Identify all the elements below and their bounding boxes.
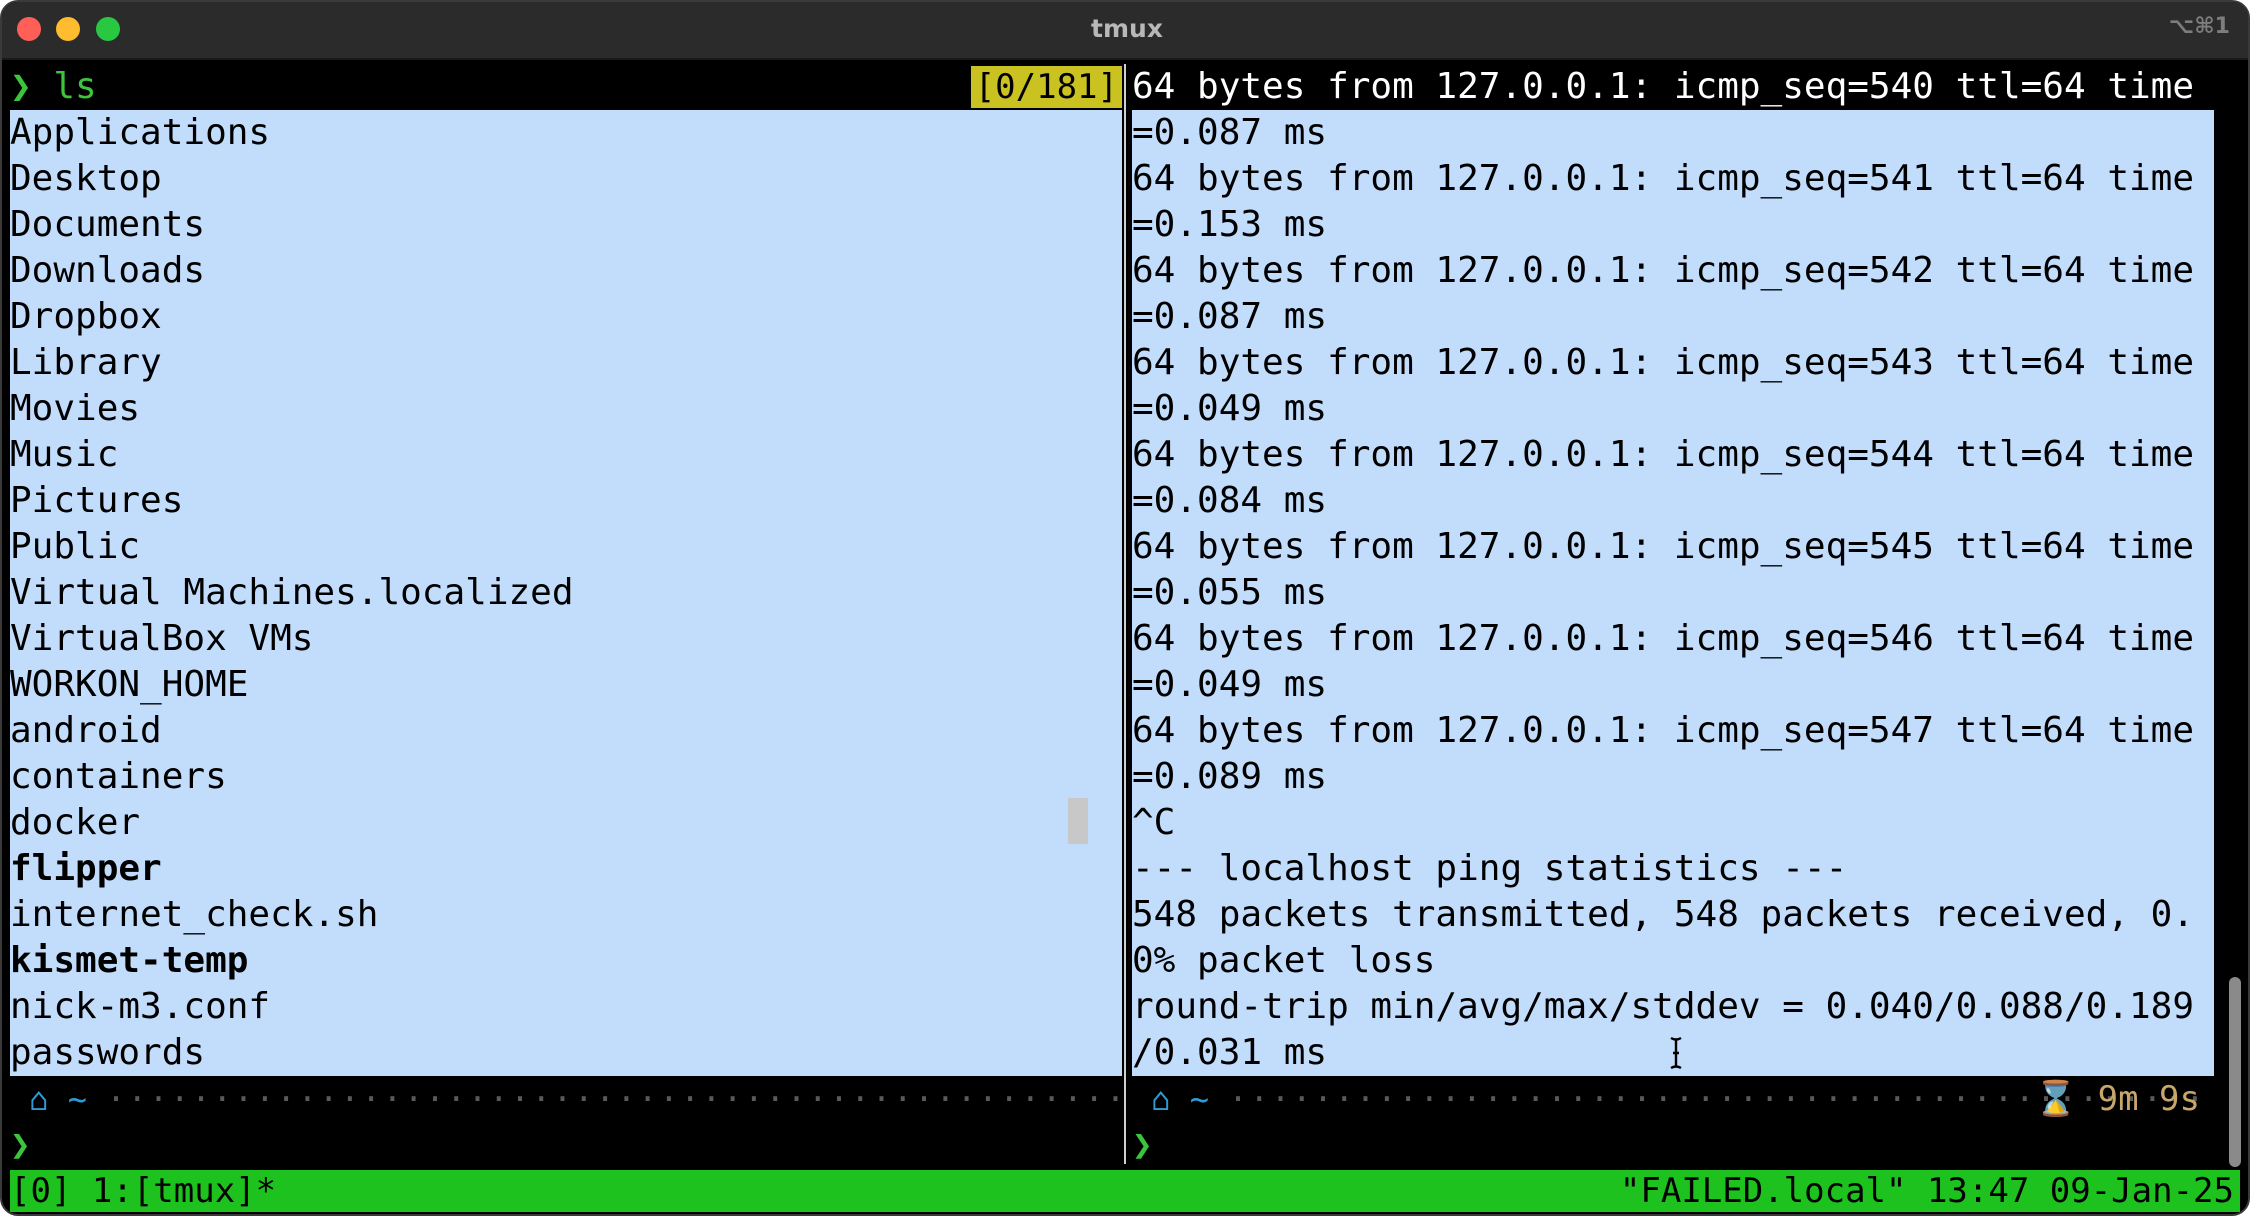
- home-icon: ⌂: [29, 1080, 49, 1118]
- prompt-status-line: ⌂ ~ ····································…: [10, 1076, 1122, 1122]
- scroll-counter: [0/181]: [970, 66, 1122, 108]
- list-item[interactable]: Library: [10, 340, 1122, 386]
- output-line[interactable]: 64 bytes from 127.0.0.1: icmp_seq=543 tt…: [1132, 340, 2214, 386]
- output-line[interactable]: ^C: [1132, 800, 2214, 846]
- output-line[interactable]: =0.084 ms: [1132, 478, 2214, 524]
- list-item[interactable]: nick-m3.conf: [10, 984, 1122, 1030]
- output-line[interactable]: =0.087 ms: [1132, 110, 2214, 156]
- current-directory: ~: [1189, 1080, 1210, 1118]
- list-item[interactable]: Pictures: [10, 478, 1122, 524]
- list-item[interactable]: Public: [10, 524, 1122, 570]
- output-line[interactable]: =0.055 ms: [1132, 570, 2214, 616]
- output-line[interactable]: --- localhost ping statistics ---: [1132, 846, 2214, 892]
- output-line[interactable]: =0.049 ms: [1132, 662, 2214, 708]
- title-bar: tmux ⌥⌘1: [2, 2, 2248, 60]
- tmux-status-bar: [0] 1:[tmux]* "FAILED.local" 13:47 09-Jan…: [10, 1170, 2240, 1212]
- scrollbar[interactable]: [2229, 977, 2241, 1167]
- current-directory: ~: [67, 1080, 88, 1118]
- output-line[interactable]: 0% packet loss: [1132, 938, 2214, 984]
- list-item[interactable]: Movies: [10, 386, 1122, 432]
- list-item[interactable]: Dropbox: [10, 294, 1122, 340]
- right-pane[interactable]: 64 bytes from 127.0.0.1: icmp_seq=540 tt…: [1132, 64, 2214, 1165]
- list-item[interactable]: Virtual Machines.localized: [10, 570, 1122, 616]
- list-item[interactable]: docker: [10, 800, 1122, 846]
- output-line[interactable]: =0.049 ms: [1132, 386, 2214, 432]
- output-line[interactable]: 64 bytes from 127.0.0.1: icmp_seq=545 tt…: [1132, 524, 2214, 570]
- list-item[interactable]: flipper: [10, 846, 1122, 892]
- list-item[interactable]: Desktop: [10, 156, 1122, 202]
- output-line[interactable]: 64 bytes from 127.0.0.1: icmp_seq=544 tt…: [1132, 432, 2214, 478]
- list-item[interactable]: Downloads: [10, 248, 1122, 294]
- hourglass-icon: ⌛: [2034, 1079, 2078, 1119]
- list-item[interactable]: internet_check.sh: [10, 892, 1122, 938]
- output-line[interactable]: =0.087 ms: [1132, 294, 2214, 340]
- list-item[interactable]: Applications: [10, 110, 1122, 156]
- output-line[interactable]: 64 bytes from 127.0.0.1: icmp_seq=541 tt…: [1132, 156, 2214, 202]
- output-line[interactable]: 64 bytes from 127.0.0.1: icmp_seq=547 tt…: [1132, 708, 2214, 754]
- window-title: tmux: [1091, 14, 1163, 43]
- prompt-status-line: ⌂ ~ ····································…: [1132, 1076, 2214, 1122]
- input-prompt[interactable]: ❯: [10, 1122, 1122, 1168]
- input-prompt[interactable]: ❯: [1132, 1122, 2214, 1168]
- prompt-symbol: ❯: [10, 66, 32, 107]
- dotted-separator: ········································…: [106, 1080, 1122, 1118]
- list-item[interactable]: WORKON_HOME: [10, 662, 1122, 708]
- command-duration: ⌛ 9m 9s: [2035, 1076, 2200, 1122]
- output-line[interactable]: 64 bytes from 127.0.0.1: icmp_seq=542 tt…: [1132, 248, 2214, 294]
- terminal-window: tmux ⌥⌘1 ❯ ls [0/181] Applications Desktop…: [0, 0, 2250, 1216]
- command-text: ls: [53, 66, 97, 107]
- output-line[interactable]: =0.153 ms: [1132, 202, 2214, 248]
- list-item[interactable]: android: [10, 708, 1122, 754]
- list-item[interactable]: containers: [10, 754, 1122, 800]
- list-item[interactable]: passwords: [10, 1030, 1122, 1076]
- list-item[interactable]: VirtualBox VMs: [10, 616, 1122, 662]
- left-pane[interactable]: ❯ ls [0/181] Applications Desktop Documents…: [10, 64, 1122, 1165]
- list-item[interactable]: Music: [10, 432, 1122, 478]
- output-line[interactable]: =0.089 ms: [1132, 754, 2214, 800]
- output-line[interactable]: round-trip min/avg/max/stddev = 0.040/0.…: [1132, 984, 2214, 1030]
- scroll-thumb[interactable]: [1068, 798, 1088, 844]
- home-icon: ⌂: [1151, 1080, 1171, 1118]
- host-time-date: "FAILED.local" 13:47 09-Jan-25: [1619, 1171, 2234, 1211]
- pane-divider[interactable]: [1124, 64, 1126, 1164]
- output-line[interactable]: 64 bytes from 127.0.0.1: icmp_seq=546 tt…: [1132, 616, 2214, 662]
- duration-text: 9m 9s: [2097, 1079, 2200, 1119]
- output-line[interactable]: 548 packets transmitted, 548 packets rec…: [1132, 892, 2214, 938]
- session-window-list[interactable]: [0] 1:[tmux]*: [10, 1171, 276, 1211]
- command-line: ❯ ls [0/181]: [10, 64, 1122, 110]
- list-item[interactable]: kismet-temp: [10, 938, 1122, 984]
- list-item[interactable]: Documents: [10, 202, 1122, 248]
- window-shortcut: ⌥⌘1: [2168, 14, 2230, 39]
- output-line[interactable]: 64 bytes from 127.0.0.1: icmp_seq=540 tt…: [1132, 64, 2214, 110]
- text-cursor-icon: [1670, 1036, 1682, 1070]
